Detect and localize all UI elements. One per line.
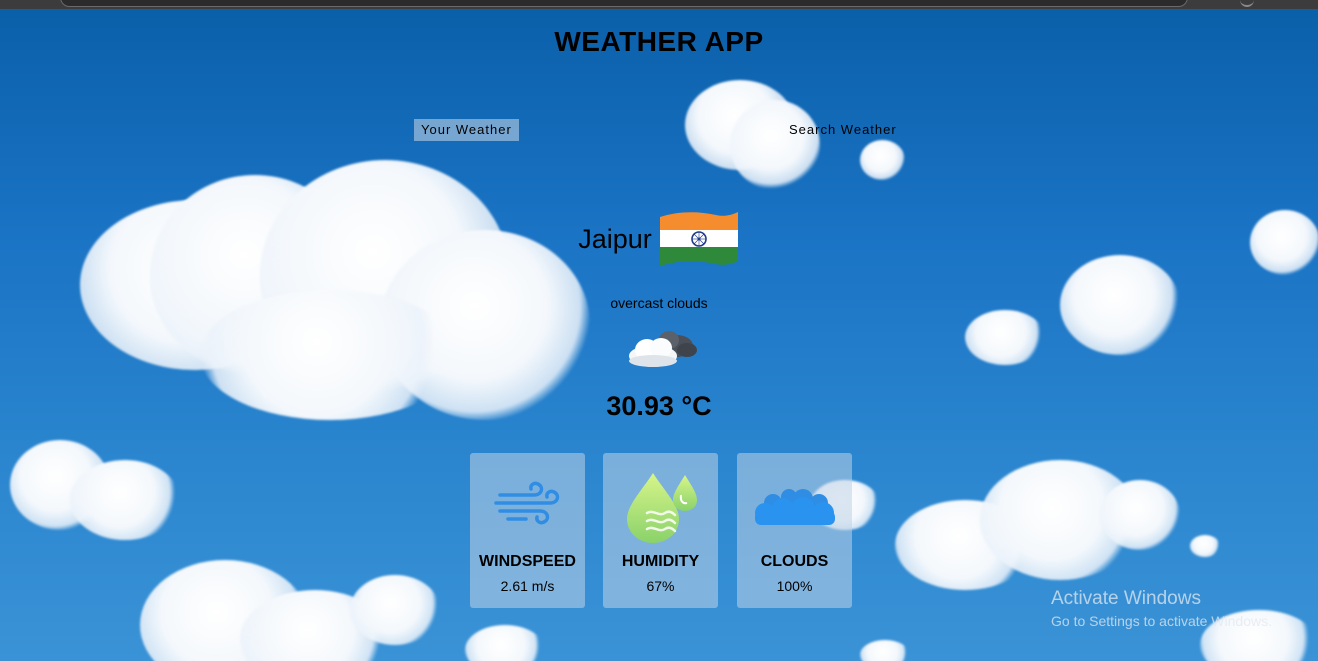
windspeed-card: WINDSPEED 2.61 m/s (470, 453, 585, 608)
browser-toolbar (0, 0, 1318, 9)
city-name: Jaipur (578, 223, 652, 254)
wind-icon (494, 481, 560, 525)
windows-activation-watermark: Activate Windows Go to Settings to activ… (1051, 588, 1272, 632)
clouds-label: CLOUDS (760, 553, 829, 570)
tab-search-weather[interactable]: Search Weather (782, 119, 904, 141)
watermark-subtitle: Go to Settings to activate Windows. (1051, 613, 1272, 629)
clouds-value: 100% (776, 578, 813, 594)
watermark-title: Activate Windows (1051, 588, 1201, 609)
clouds-card: CLOUDS 100% (737, 453, 852, 608)
app-title: WEATHER APP (554, 26, 764, 57)
windspeed-value: 2.61 m/s (500, 578, 555, 594)
overcast-clouds-icon (629, 331, 697, 367)
humidity-value: 67% (646, 578, 675, 594)
humidity-label: HUMIDITY (621, 553, 700, 570)
temperature: 30.93 °C (606, 391, 712, 421)
humidity-icon (627, 473, 697, 543)
browser-address-bar[interactable] (60, 0, 1188, 7)
india-flag-icon (659, 212, 738, 266)
clouds-icon (755, 489, 835, 525)
humidity-card: HUMIDITY 67% (603, 453, 718, 608)
windspeed-label: WINDSPEED (479, 553, 576, 570)
browser-menu-icon[interactable] (1240, 0, 1254, 7)
location-header: Jaipur (0, 206, 1318, 272)
weather-description: overcast clouds (610, 295, 708, 311)
tab-your-weather[interactable]: Your Weather (414, 119, 519, 141)
